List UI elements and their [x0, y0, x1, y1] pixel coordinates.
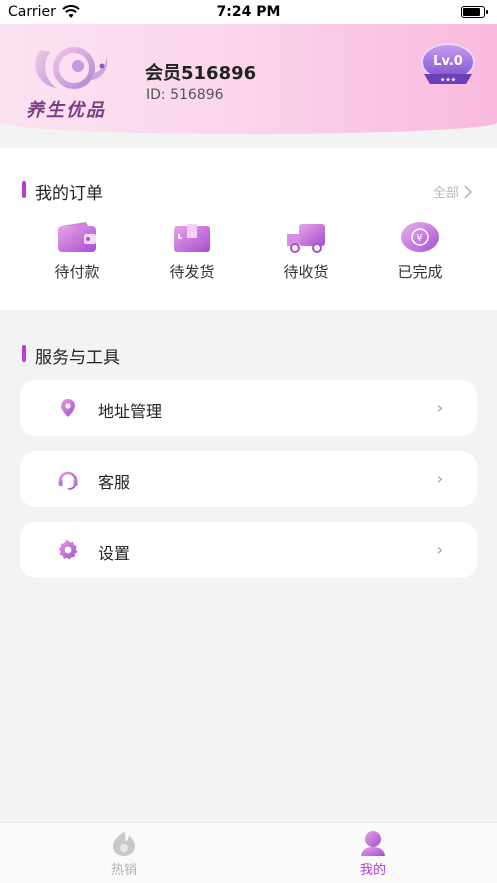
chevron-right-icon [464, 184, 473, 199]
level-text: Lv.0 [433, 54, 463, 69]
service-label: 客服 [98, 473, 131, 492]
coin-icon: ¥ [401, 222, 439, 252]
tab-bar: 热销 我的 [0, 822, 497, 883]
brand-logo-text: 养生优品 [26, 100, 106, 121]
wifi-icon [62, 5, 80, 18]
svg-text:¥: ¥ [416, 233, 422, 244]
order-item-label: 已完成 [397, 263, 443, 281]
tab-label: 我的 [359, 863, 386, 878]
location-pin-icon [61, 399, 75, 417]
order-pending-payment[interactable]: 待付款 [37, 220, 117, 290]
tab-mine[interactable]: 我的 [333, 829, 413, 879]
tab-hot[interactable]: 热销 [84, 829, 164, 879]
section-accent-bar [22, 181, 26, 198]
wallet-icon [58, 222, 96, 252]
order-item-label: 待发货 [169, 263, 215, 281]
section-accent-bar [22, 345, 26, 362]
service-row-address[interactable]: 地址管理 › [20, 380, 477, 436]
truck-icon [287, 224, 325, 253]
gear-icon [58, 540, 78, 560]
order-pending-receipt[interactable]: 待收货 [266, 220, 346, 290]
service-label: 地址管理 [98, 402, 163, 421]
profile-icon [361, 831, 385, 856]
order-item-label: 待付款 [54, 263, 100, 281]
all-orders-link[interactable]: 全部 [433, 182, 473, 201]
services-section-header: 服务与工具 [0, 340, 497, 370]
order-pending-shipment[interactable]: 待发货 [152, 220, 232, 290]
headset-icon [58, 471, 78, 490]
tab-label: 热销 [110, 863, 137, 878]
carrier-label: Carrier [8, 4, 56, 20]
hot-icon [113, 831, 135, 856]
chevron-right-icon: › [436, 540, 443, 559]
box-icon [174, 224, 210, 252]
chevron-right-icon: › [436, 398, 443, 417]
service-row-settings[interactable]: 设置 › [20, 522, 477, 578]
chevron-right-icon: › [436, 469, 443, 488]
orders-title: 我的订单 [35, 184, 103, 204]
status-bar: Carrier 7:24 PM [0, 0, 497, 24]
member-name: 会员516896 [145, 63, 257, 84]
status-left: Carrier [8, 4, 80, 20]
services-title: 服务与工具 [35, 348, 120, 368]
service-label: 设置 [98, 544, 131, 563]
svg-text:★★★: ★★★ [440, 77, 456, 84]
order-completed[interactable]: ¥ 已完成 [380, 220, 460, 290]
profile-header: 养生优品 会员516896 ID: 516896 ★★★ Lv.0 [0, 24, 497, 134]
order-item-label: 待收货 [283, 263, 329, 281]
all-orders-label: 全部 [432, 186, 459, 201]
battery-icon [461, 6, 488, 18]
orders-card: 我的订单 全部 待付款 待发货 待收货 ¥ 已完成 [0, 148, 497, 310]
service-row-support[interactable]: 客服 › [20, 451, 477, 507]
member-id: ID: 516896 [146, 87, 224, 103]
